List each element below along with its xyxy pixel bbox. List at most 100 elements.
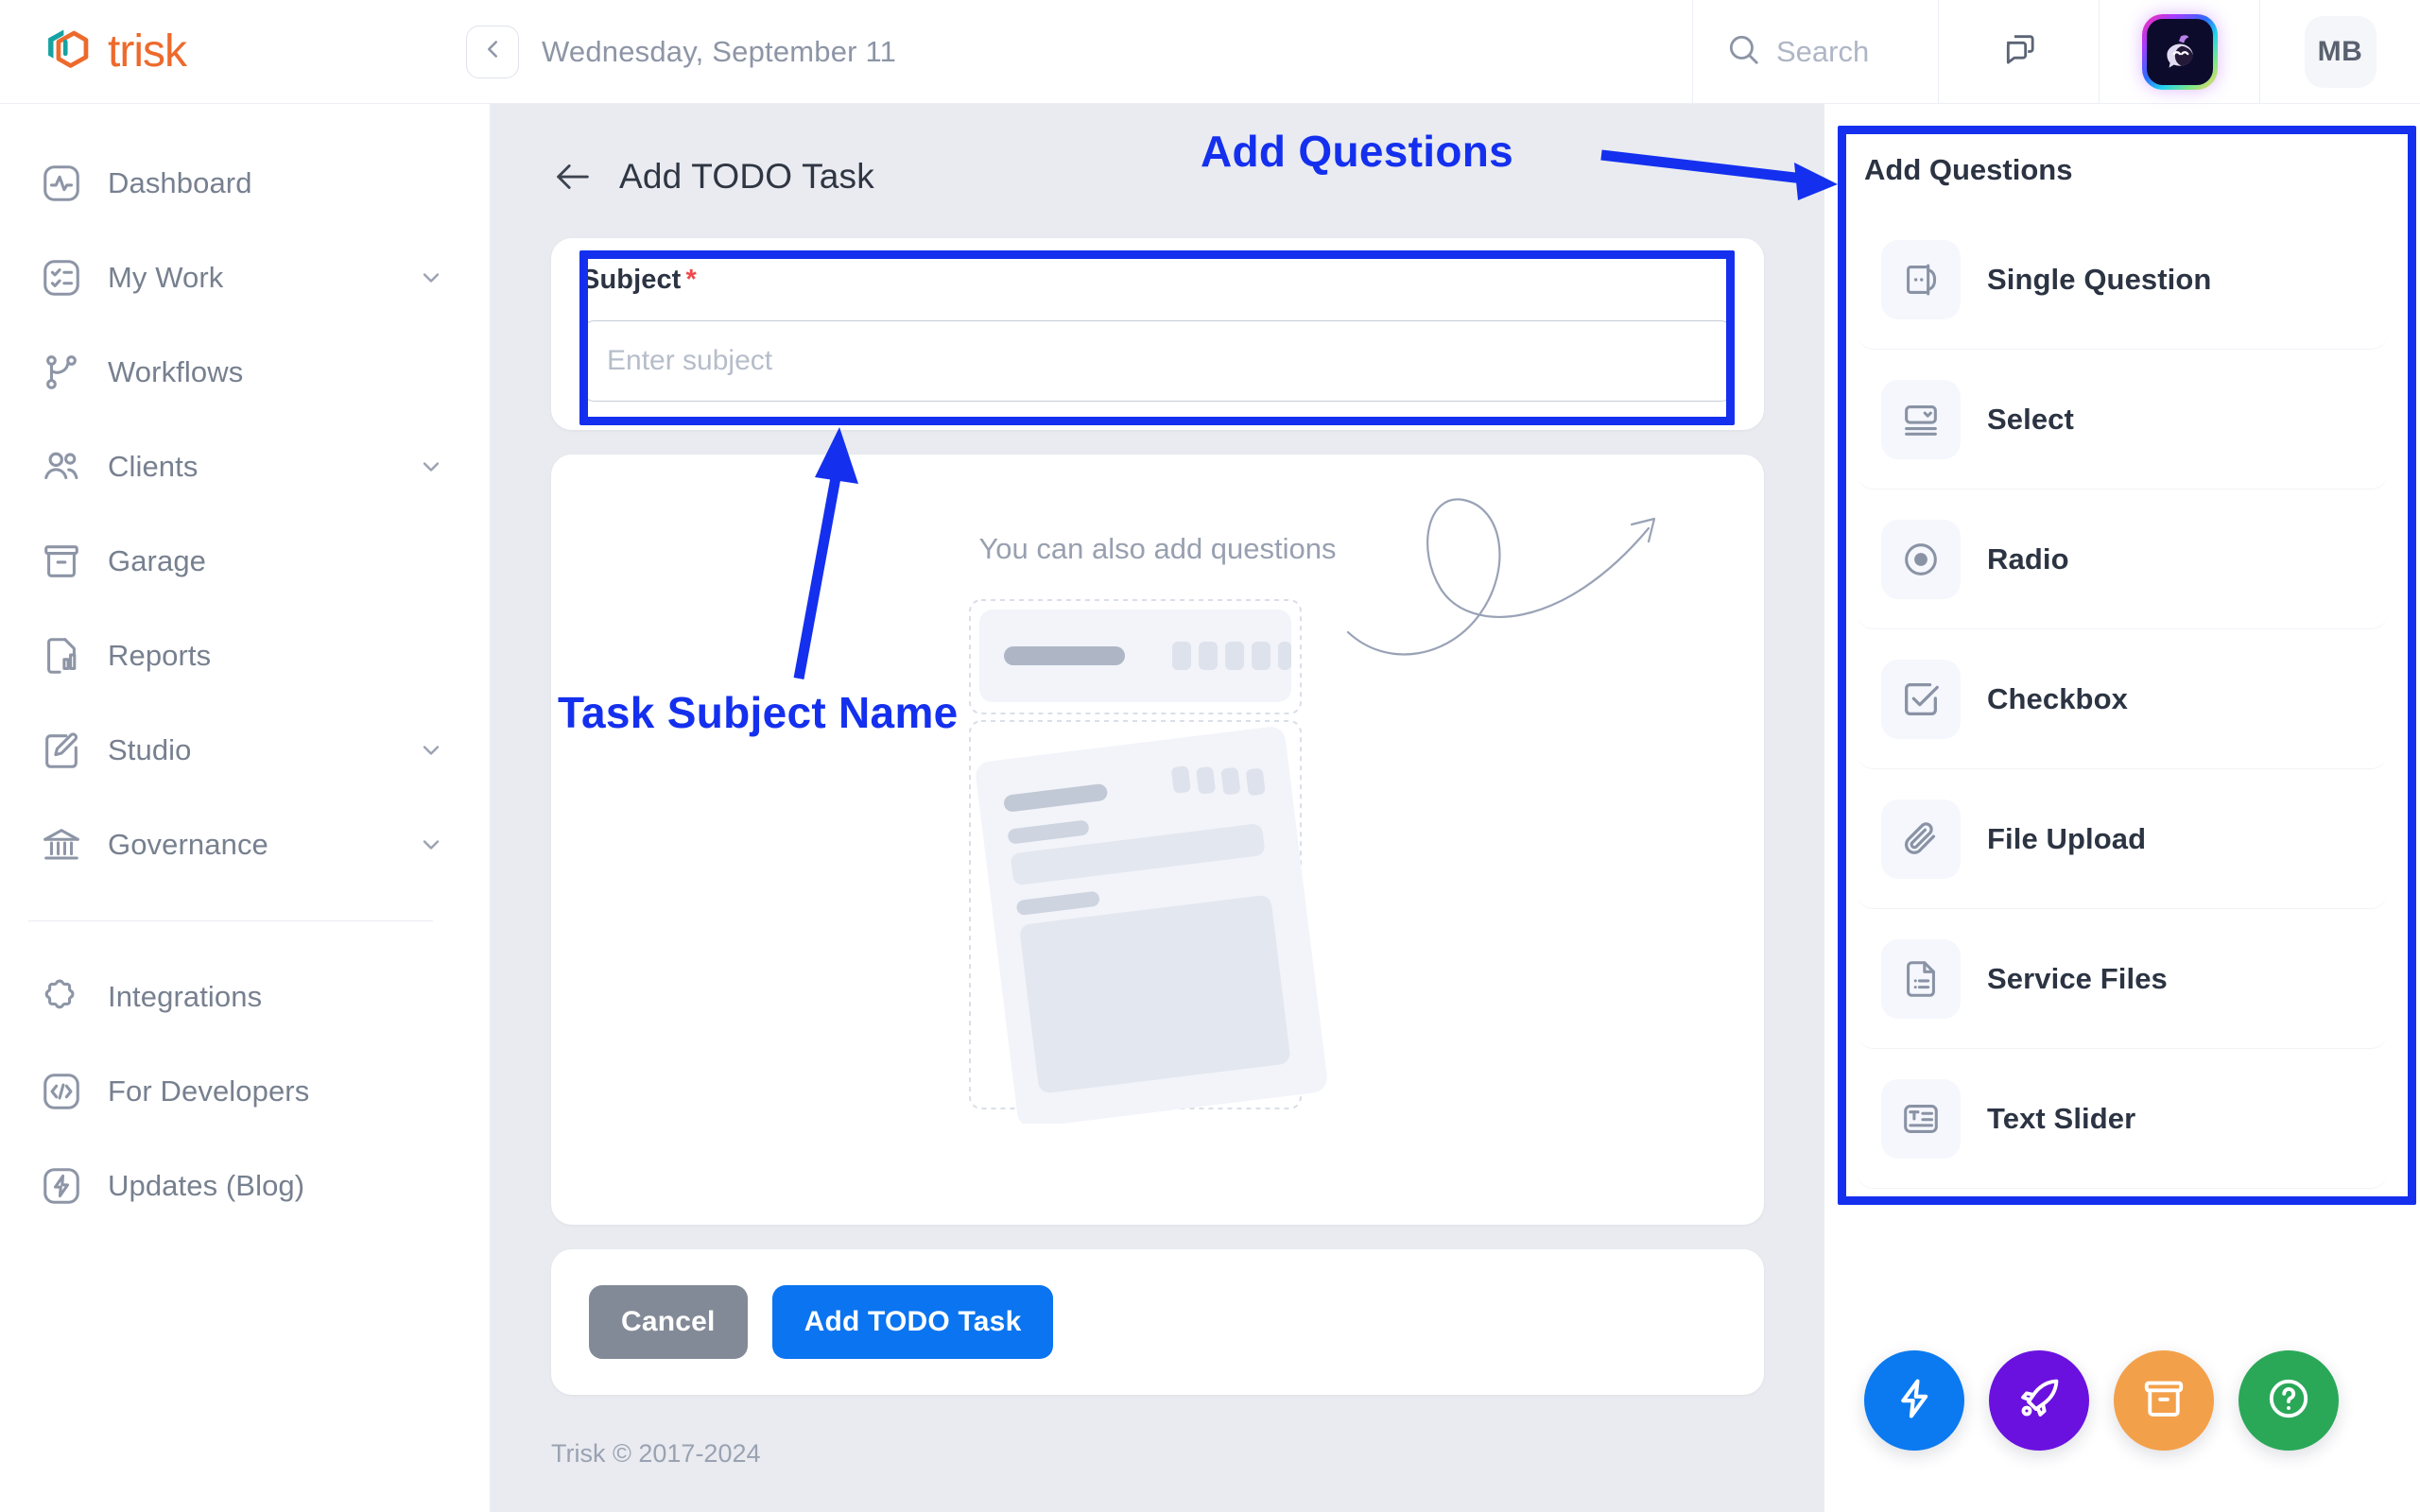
chat-button[interactable] (1938, 0, 2099, 103)
sidebar-item-label: Studio (108, 733, 192, 766)
page-header: Add TODO Task (491, 104, 1824, 198)
sidebar-collapse-button[interactable] (466, 25, 519, 78)
arrow-left-icon[interactable] (551, 155, 595, 198)
mascot-avatar-icon (2142, 14, 2218, 90)
checklist-icon (40, 256, 83, 300)
brush-edit-icon (40, 729, 83, 772)
top-bar-actions: Search MB (1692, 0, 2420, 103)
question-type-radio[interactable]: Radio (1857, 490, 2388, 629)
question-mark-icon (2264, 1374, 2313, 1428)
fab-automation-button[interactable] (1864, 1350, 1964, 1451)
radio-button-icon (1881, 519, 1961, 599)
chevron-down-icon[interactable] (418, 454, 444, 480)
question-type-file-upload[interactable]: File Upload (1857, 769, 2388, 909)
users-icon (40, 445, 83, 489)
chevron-down-icon[interactable] (418, 737, 444, 764)
cancel-button[interactable]: Cancel (589, 1285, 748, 1359)
app-root: trisk Wednesday, September 11 Search MB … (0, 0, 2420, 1512)
paperclip-icon (1881, 799, 1961, 879)
floating-action-buttons (1864, 1350, 2339, 1451)
add-questions-panel: Add Questions Single Question Select Rad… (1824, 104, 2420, 1512)
lightning-bolt-icon (40, 1164, 83, 1208)
sidebar-item-clients[interactable]: Clients (0, 420, 490, 514)
sidebar-item-garage[interactable]: Garage (0, 514, 490, 609)
question-type-label: File Upload (1987, 821, 2147, 855)
fab-garage-button[interactable] (2114, 1350, 2214, 1451)
question-type-text-slider[interactable]: Text Slider (1857, 1049, 2388, 1189)
subject-label: Subject * (581, 265, 1734, 296)
sidebar-item-dashboard[interactable]: Dashboard (0, 136, 490, 231)
brand-logo[interactable]: trisk (0, 0, 491, 103)
user-menu-button[interactable]: MB (2259, 0, 2420, 103)
current-date: Wednesday, September 11 (542, 34, 897, 68)
fab-help-button[interactable] (2238, 1350, 2339, 1451)
questions-empty-state-card: You can also add questions (551, 455, 1764, 1225)
dashboard-pulse-icon (40, 162, 83, 205)
add-todo-task-button[interactable]: Add TODO Task (771, 1285, 1054, 1359)
sidebar-item-workflows[interactable]: Workflows (0, 325, 490, 420)
sidebar-divider (28, 920, 433, 921)
workflow-branch-icon (40, 351, 83, 394)
sidebar-item-my-work[interactable]: My Work (0, 231, 490, 325)
sidebar-item-label: Clients (108, 450, 199, 483)
question-type-checkbox[interactable]: Checkbox (1857, 629, 2388, 769)
question-type-label: Select (1987, 402, 2074, 436)
fab-whats-new-button[interactable] (1989, 1350, 2089, 1451)
panel-title: Add Questions (1864, 153, 2073, 186)
question-type-label: Service Files (1987, 961, 2168, 995)
question-type-single-question[interactable]: Single Question (1857, 210, 2388, 350)
archive-box-icon (40, 540, 83, 583)
archive-box-icon (2139, 1374, 2188, 1428)
question-type-label: Checkbox (1987, 681, 2128, 715)
sidebar: Dashboard My Work Workflows Clients Gara… (0, 104, 491, 1512)
mascot-button[interactable] (2099, 0, 2259, 103)
sidebar-item-label: Updates (Blog) (108, 1169, 305, 1202)
subject-label-text: Subject (581, 265, 682, 295)
question-type-label: Text Slider (1987, 1101, 2136, 1135)
chevron-down-icon[interactable] (418, 832, 444, 858)
report-chart-icon (40, 634, 83, 678)
top-bar-left-group: Wednesday, September 11 (466, 0, 1692, 103)
sidebar-item-label: For Developers (108, 1074, 310, 1108)
checkbox-icon (1881, 659, 1961, 739)
question-type-label: Radio (1987, 541, 2069, 576)
sidebar-item-reports[interactable]: Reports (0, 609, 490, 703)
search-icon (1725, 31, 1761, 72)
decorative-swirl-arrow-icon (1337, 490, 1677, 675)
question-type-label: Single Question (1987, 262, 2212, 296)
sidebar-item-for-developers[interactable]: For Developers (0, 1044, 490, 1139)
sidebar-item-updates-blog[interactable]: Updates (Blog) (0, 1139, 490, 1233)
service-file-icon (1881, 938, 1961, 1019)
chevron-down-icon[interactable] (418, 265, 444, 291)
sidebar-item-studio[interactable]: Studio (0, 703, 490, 798)
avatar: MB (2304, 15, 2377, 88)
puzzle-piece-icon (40, 975, 83, 1019)
search-label: Search (1776, 34, 1870, 68)
code-brackets-icon (40, 1070, 83, 1113)
sidebar-item-label: Workflows (108, 355, 244, 388)
lightning-bolt-icon (1890, 1374, 1939, 1428)
required-marker: * (685, 265, 697, 295)
chevron-left-icon (478, 35, 507, 68)
sidebar-item-integrations[interactable]: Integrations (0, 950, 490, 1044)
sidebar-item-label: Reports (108, 639, 212, 672)
sidebar-item-label: My Work (108, 261, 224, 294)
page-title: Add TODO Task (619, 157, 874, 196)
text-slider-icon (1881, 1078, 1961, 1159)
empty-state-illustration (955, 594, 1361, 1128)
single-question-icon (1881, 239, 1961, 319)
form-actions: Cancel Add TODO Task (551, 1249, 1764, 1395)
sidebar-item-label: Garage (108, 544, 206, 577)
question-type-select[interactable]: Select (1857, 350, 2388, 490)
sidebar-item-label: Dashboard (108, 166, 252, 199)
search-button[interactable]: Search (1692, 0, 1938, 103)
bank-columns-icon (40, 823, 83, 867)
sidebar-item-governance[interactable]: Governance (0, 798, 490, 892)
trisk-hexagon-logo-icon (40, 25, 95, 79)
rocket-icon (2014, 1374, 2064, 1428)
question-type-service-files[interactable]: Service Files (1857, 909, 2388, 1049)
main-content: Add TODO Task Subject* You can also add … (491, 104, 1824, 1512)
subject-input[interactable] (581, 320, 1734, 402)
subject-card: Subject * (551, 238, 1764, 430)
sidebar-item-label: Governance (108, 828, 268, 861)
